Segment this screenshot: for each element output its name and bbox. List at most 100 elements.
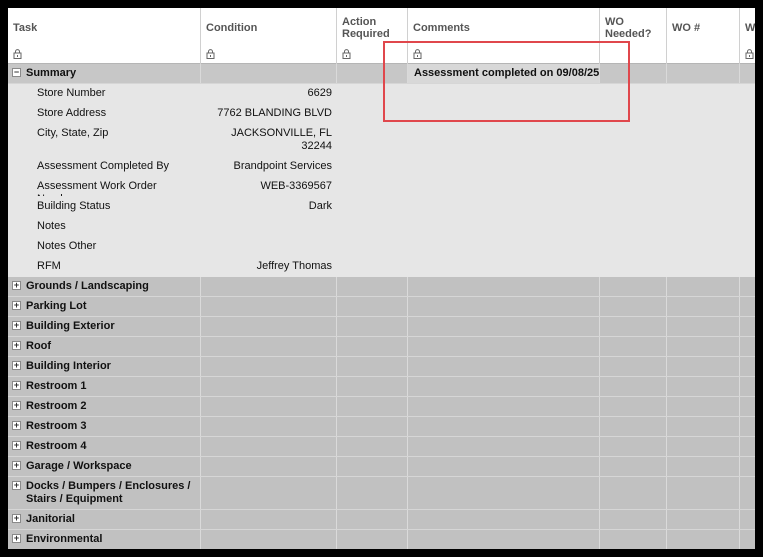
w-cell[interactable] xyxy=(740,417,755,436)
column-header-w[interactable]: W xyxy=(740,8,755,64)
wo-number-cell[interactable] xyxy=(667,277,740,296)
comments-cell[interactable] xyxy=(408,277,600,296)
w-cell[interactable] xyxy=(740,510,755,529)
column-header-comments[interactable]: Comments xyxy=(408,8,600,64)
group-row[interactable]: + Restroom 1 xyxy=(8,377,755,397)
comments-cell[interactable] xyxy=(408,337,600,356)
expand-toggle-icon[interactable]: + xyxy=(12,341,21,350)
expand-toggle-icon[interactable]: + xyxy=(12,461,21,470)
wo-number-cell[interactable] xyxy=(667,437,740,456)
expand-toggle-icon[interactable]: + xyxy=(12,481,21,490)
wo-needed-cell[interactable] xyxy=(600,357,667,376)
condition-cell[interactable] xyxy=(201,510,337,529)
wo-needed-cell[interactable] xyxy=(600,64,667,83)
comments-cell[interactable] xyxy=(408,377,600,396)
comments-cell[interactable] xyxy=(408,317,600,336)
expand-toggle-icon[interactable]: + xyxy=(12,401,21,410)
action-required-cell[interactable] xyxy=(337,297,408,316)
condition-cell[interactable] xyxy=(201,457,337,476)
condition-cell[interactable] xyxy=(201,417,337,436)
expand-toggle-icon[interactable]: + xyxy=(12,301,21,310)
condition-cell[interactable] xyxy=(201,297,337,316)
collapse-toggle-icon[interactable]: − xyxy=(12,68,21,77)
wo-number-cell[interactable] xyxy=(667,510,740,529)
expand-toggle-icon[interactable]: + xyxy=(12,421,21,430)
condition-cell[interactable] xyxy=(201,317,337,336)
action-required-cell[interactable] xyxy=(337,277,408,296)
condition-cell[interactable] xyxy=(201,277,337,296)
expand-toggle-icon[interactable]: + xyxy=(12,361,21,370)
wo-needed-cell[interactable] xyxy=(600,277,667,296)
wo-needed-cell[interactable] xyxy=(600,437,667,456)
wo-needed-cell[interactable] xyxy=(600,477,667,509)
wo-needed-cell[interactable] xyxy=(600,530,667,549)
comments-cell[interactable] xyxy=(408,477,600,509)
w-cell[interactable] xyxy=(740,277,755,296)
group-row[interactable]: + Janitorial xyxy=(8,510,755,530)
group-row[interactable]: + Environmental xyxy=(8,530,755,549)
comments-cell[interactable] xyxy=(408,530,600,549)
group-row[interactable]: + Grounds / Landscaping xyxy=(8,277,755,297)
expand-toggle-icon[interactable]: + xyxy=(12,281,21,290)
group-row[interactable]: + Garage / Workspace xyxy=(8,457,755,477)
comments-cell[interactable] xyxy=(408,297,600,316)
column-header-wo-number[interactable]: WO # xyxy=(667,8,740,64)
w-cell[interactable] xyxy=(740,457,755,476)
lock-icon[interactable] xyxy=(206,49,215,59)
group-row[interactable]: + Restroom 2 xyxy=(8,397,755,417)
expand-toggle-icon[interactable]: + xyxy=(12,514,21,523)
w-cell[interactable] xyxy=(740,397,755,416)
group-row[interactable]: + Building Interior xyxy=(8,357,755,377)
condition-cell[interactable] xyxy=(201,64,337,83)
comments-cell[interactable] xyxy=(408,510,600,529)
condition-cell[interactable] xyxy=(201,377,337,396)
w-cell[interactable] xyxy=(740,477,755,509)
action-required-cell[interactable] xyxy=(337,477,408,509)
action-required-cell[interactable] xyxy=(337,337,408,356)
wo-number-cell[interactable] xyxy=(667,337,740,356)
group-row[interactable]: + Building Exterior xyxy=(8,317,755,337)
w-cell[interactable] xyxy=(740,437,755,456)
action-required-cell[interactable] xyxy=(337,457,408,476)
wo-number-cell[interactable] xyxy=(667,357,740,376)
column-header-action-required[interactable]: Action Required xyxy=(337,8,408,64)
wo-needed-cell[interactable] xyxy=(600,457,667,476)
wo-number-cell[interactable] xyxy=(667,297,740,316)
action-required-cell[interactable] xyxy=(337,317,408,336)
expand-toggle-icon[interactable]: + xyxy=(12,534,21,543)
comments-cell[interactable] xyxy=(408,397,600,416)
condition-cell[interactable] xyxy=(201,477,337,509)
column-header-condition[interactable]: Condition xyxy=(201,8,337,64)
expand-toggle-icon[interactable]: + xyxy=(12,441,21,450)
column-header-wo-needed[interactable]: WO Needed? xyxy=(600,8,667,64)
comments-cell[interactable]: Assessment completed on 09/08/25 xyxy=(408,64,600,83)
action-required-cell[interactable] xyxy=(337,357,408,376)
group-row[interactable]: + Restroom 3 xyxy=(8,417,755,437)
condition-cell[interactable] xyxy=(201,337,337,356)
action-required-cell[interactable] xyxy=(337,437,408,456)
w-cell[interactable] xyxy=(740,530,755,549)
condition-cell[interactable] xyxy=(201,530,337,549)
comments-cell[interactable] xyxy=(408,357,600,376)
expand-toggle-icon[interactable]: + xyxy=(12,321,21,330)
action-required-cell[interactable] xyxy=(337,64,408,83)
wo-needed-cell[interactable] xyxy=(600,297,667,316)
condition-cell[interactable] xyxy=(201,357,337,376)
wo-number-cell[interactable] xyxy=(667,397,740,416)
wo-needed-cell[interactable] xyxy=(600,417,667,436)
wo-number-cell[interactable] xyxy=(667,377,740,396)
wo-number-cell[interactable] xyxy=(667,417,740,436)
lock-icon[interactable] xyxy=(745,49,754,59)
group-row[interactable]: + Roof xyxy=(8,337,755,357)
wo-number-cell[interactable] xyxy=(667,457,740,476)
wo-needed-cell[interactable] xyxy=(600,510,667,529)
group-row[interactable]: + Parking Lot xyxy=(8,297,755,317)
group-row-summary[interactable]: − Summary Assessment completed on 09/08/… xyxy=(8,64,755,84)
action-required-cell[interactable] xyxy=(337,397,408,416)
action-required-cell[interactable] xyxy=(337,530,408,549)
lock-icon[interactable] xyxy=(413,49,422,59)
wo-number-cell[interactable] xyxy=(667,477,740,509)
wo-number-cell[interactable] xyxy=(667,317,740,336)
w-cell[interactable] xyxy=(740,317,755,336)
wo-needed-cell[interactable] xyxy=(600,337,667,356)
